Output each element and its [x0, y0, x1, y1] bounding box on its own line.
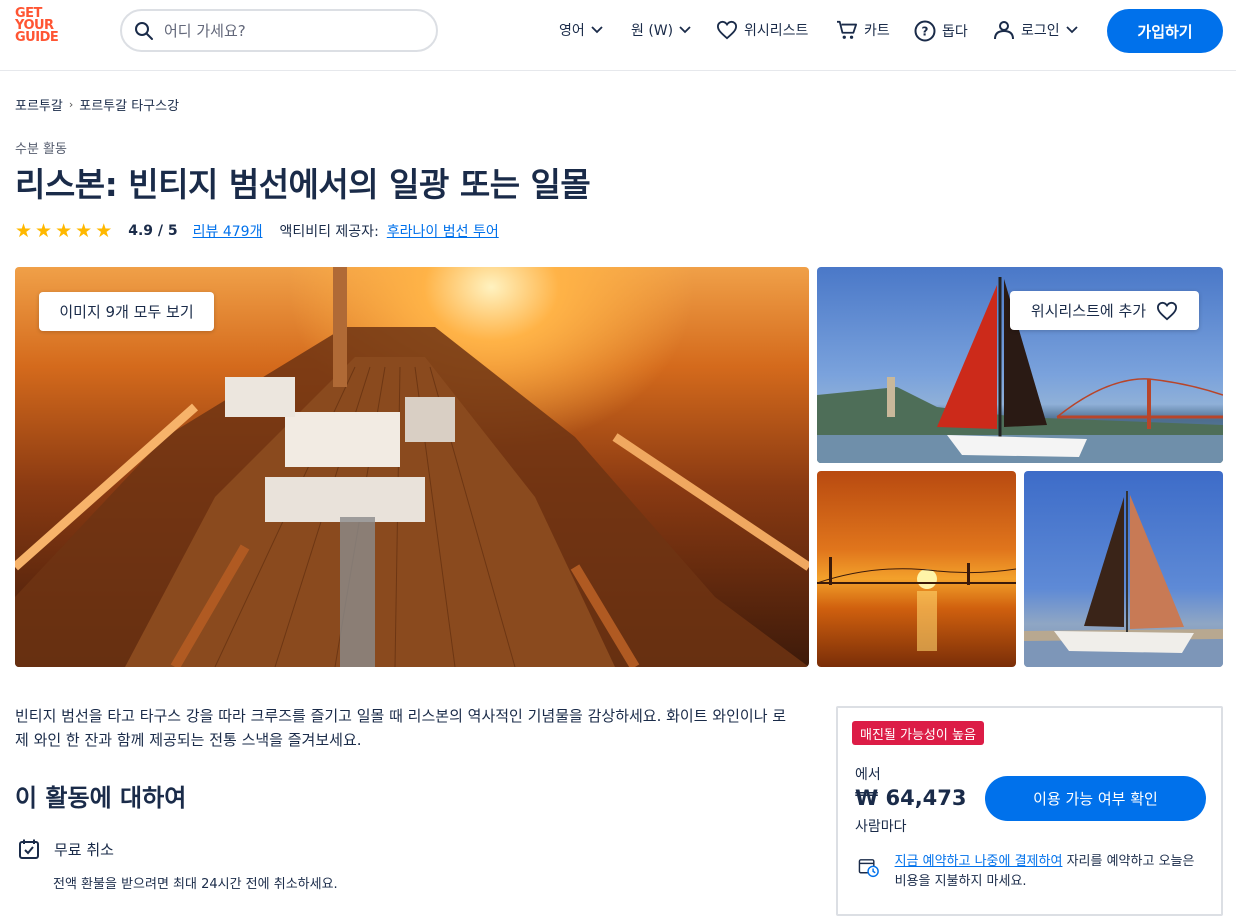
main-photo-sailboat-sunset[interactable]: 이미지 9개 모두 보기 — [15, 267, 809, 667]
photo-gallery: 이미지 9개 모두 보기 위시리스트에 추가 — [15, 267, 1223, 667]
search-input[interactable] — [164, 21, 404, 40]
activity-category: 수분 활동 — [15, 142, 67, 157]
cart-label: 카트 — [864, 23, 890, 39]
free-cancellation-description: 전액 환불을 받으려면 최대 24시간 전에 취소하세요. — [53, 877, 338, 892]
user-icon — [994, 21, 1014, 40]
chevron-down-icon — [679, 26, 691, 34]
breadcrumb-tagus[interactable]: 포르투갈 타구스강 — [79, 95, 179, 114]
reserve-text: 지금 예약하고 나중에 결제하여 자리를 예약하고 오늘은 비용을 지불하지 마… — [895, 852, 1208, 892]
likely-sell-out-badge: 매진될 가능성이 높음 — [852, 721, 984, 745]
heart-icon — [1157, 301, 1178, 320]
add-to-wishlist-button[interactable]: 위시리스트에 추가 — [1010, 291, 1199, 330]
star-icon: ★ — [15, 220, 33, 242]
reserve-now-pay-later-link[interactable]: 지금 예약하고 나중에 결제하여 — [895, 854, 1063, 869]
photo-sunset-river[interactable] — [817, 471, 1016, 667]
free-cancellation-title: 무료 취소 — [54, 840, 114, 859]
star-icon: ★ — [95, 220, 113, 242]
chevron-down-icon — [1066, 26, 1078, 34]
star-icon: ★ — [55, 220, 73, 242]
heart-icon — [716, 20, 738, 40]
rating-stars: ★ ★ ★ ★ ★ — [15, 221, 112, 241]
language-label: 영어 — [559, 23, 585, 39]
page-title: 리스본: 빈티지 범선에서의 일광 또는 일몰 — [15, 165, 591, 204]
activity-description: 빈티지 범선을 타고 타구스 강을 따라 크루즈를 즐기고 일몰 때 리스본의 … — [15, 707, 787, 749]
sailboat-city-illustration — [1024, 491, 1223, 667]
login-label: 로그인 — [1021, 23, 1060, 39]
photo-sailboat-city[interactable] — [1024, 471, 1223, 667]
currency-label: 원 (W) — [631, 23, 674, 39]
reviews-link[interactable]: 리뷰 479개 — [193, 221, 263, 241]
free-cancellation-row: 무료 취소 — [18, 838, 114, 860]
calendar-check-icon — [19, 839, 39, 859]
language-selector[interactable]: 영어 — [559, 20, 603, 40]
cart-link[interactable]: 카트 — [836, 20, 890, 40]
rating-score: 4.9 / 5 — [128, 223, 178, 239]
add-to-wishlist-label: 위시리스트에 추가 — [1030, 302, 1147, 320]
calendar-clock-icon — [858, 859, 879, 878]
provider-link[interactable]: 후라나이 범선 투어 — [387, 221, 499, 241]
wishlist-link[interactable]: 위시리스트 — [716, 20, 808, 40]
price-per-person-label: 사람마다 — [855, 819, 907, 835]
reserve-now-pay-later: 지금 예약하고 나중에 결제하여 자리를 예약하고 오늘은 비용을 지불하지 마… — [858, 852, 1208, 892]
help-label: 돕다 — [942, 24, 968, 40]
cart-icon — [837, 20, 857, 39]
about-heading: 이 활동에 대하여 — [15, 784, 187, 812]
check-availability-button[interactable]: 이용 가능 여부 확인 — [985, 776, 1206, 821]
svg-text:?: ? — [922, 25, 929, 39]
help-link[interactable]: ? 돕다 — [914, 20, 968, 42]
price-value: ₩ 64,473 — [855, 786, 967, 810]
search-icon — [135, 21, 153, 40]
wishlist-label: 위시리스트 — [744, 23, 809, 39]
chevron-down-icon — [591, 26, 603, 34]
logo-line-3: GUIDE — [15, 30, 59, 45]
breadcrumb-portugal[interactable]: 포르투갈 — [15, 95, 63, 114]
photo-sailboat-bridge[interactable]: 위시리스트에 추가 — [817, 267, 1223, 463]
search-bar[interactable] — [120, 9, 438, 52]
getyourguide-logo[interactable]: GET YOUR GUIDE — [15, 7, 75, 45]
breadcrumb: 포르투갈 › 포르투갈 타구스강 — [15, 95, 179, 114]
price-from-label: 에서 — [855, 767, 881, 783]
view-all-images-button[interactable]: 이미지 9개 모두 보기 — [39, 292, 214, 331]
help-icon: ? — [914, 20, 936, 42]
star-icon: ★ — [75, 220, 93, 242]
signup-button[interactable]: 가입하기 — [1107, 9, 1223, 53]
top-header: GET YOUR GUIDE 영어 원 (W) 위시리스트 카트 ? 돕다 로그… — [0, 0, 1236, 71]
login-menu[interactable]: 로그인 — [993, 20, 1078, 40]
rating-row: ★ ★ ★ ★ ★ 4.9 / 5 리뷰 479개 액티비티 제공자: 후라나이… — [15, 221, 499, 241]
breadcrumb-separator-icon: › — [68, 98, 74, 111]
sunset-illustration — [817, 557, 1016, 651]
booking-card: 매진될 가능성이 높음 에서 ₩ 64,473 사람마다 이용 가능 여부 확인… — [836, 706, 1223, 916]
currency-selector[interactable]: 원 (W) — [631, 20, 691, 40]
provider-label: 액티비티 제공자: — [279, 224, 379, 240]
star-icon: ★ — [35, 220, 53, 242]
